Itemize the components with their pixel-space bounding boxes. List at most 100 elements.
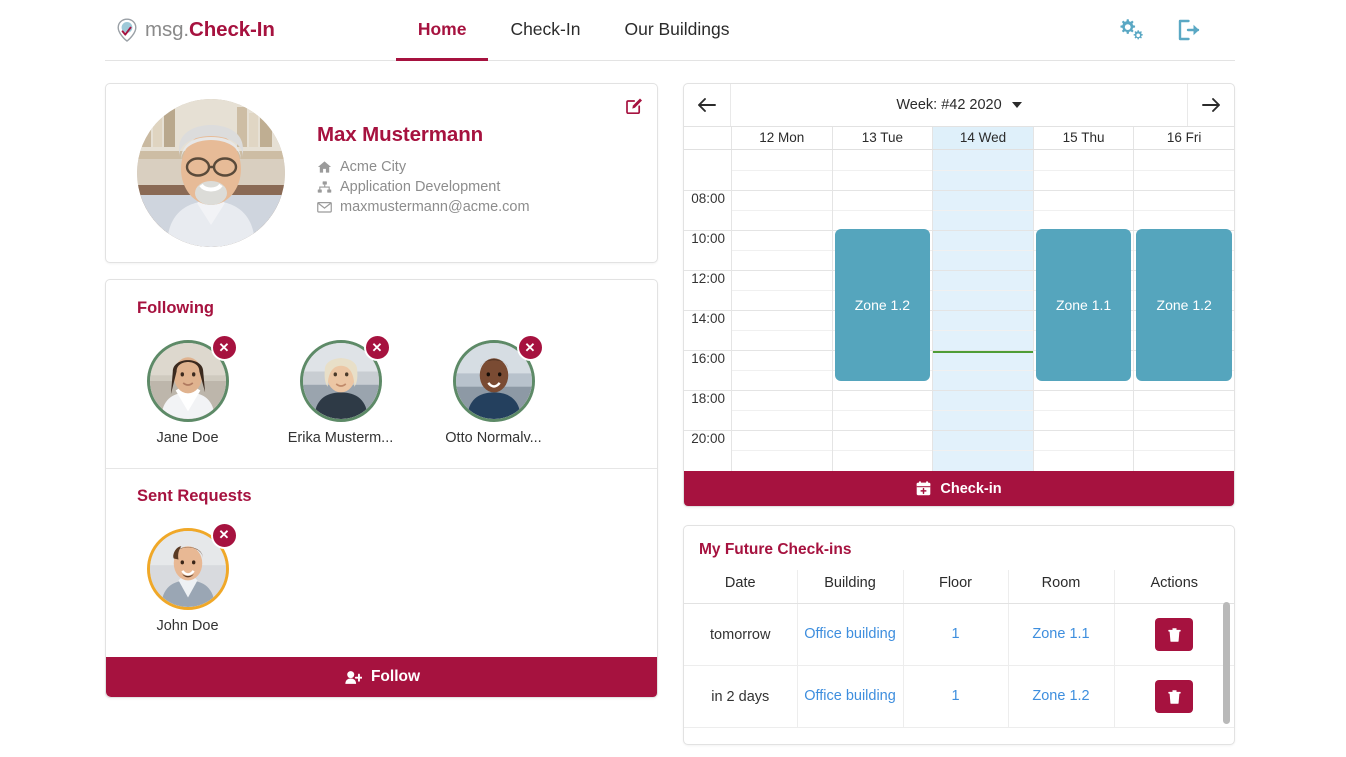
delete-checkin-button[interactable]	[1155, 680, 1193, 713]
unfollow-button[interactable]: ✕	[211, 334, 238, 361]
next-week-button[interactable]	[1187, 84, 1234, 126]
day-column-wed[interactable]	[932, 150, 1033, 471]
sent-requests-title: Sent Requests	[106, 487, 657, 506]
profile-card: Max Mustermann Acme City	[105, 83, 658, 263]
calendar-event[interactable]: Zone 1.2	[835, 229, 931, 381]
prev-week-button[interactable]	[684, 84, 731, 126]
calendar-plus-icon	[916, 481, 931, 496]
time-label: 18:00	[691, 391, 725, 406]
nav-item-check-in[interactable]: Check-In	[488, 1, 602, 61]
time-label: 20:00	[691, 431, 725, 446]
table-row: in 2 days Office building 1 Zone 1.2	[684, 666, 1234, 728]
brand-name: Check-In	[189, 18, 275, 41]
cell-room-link[interactable]: Zone 1.1	[1032, 626, 1089, 642]
arrow-left-icon	[697, 97, 717, 113]
profile-email: maxmustermann@acme.com	[317, 199, 530, 215]
trash-icon	[1168, 628, 1181, 642]
time-label: 08:00	[691, 191, 725, 206]
nav-item-our-buildings[interactable]: Our Buildings	[602, 1, 751, 61]
profile-name: Max Mustermann	[317, 123, 530, 147]
profile-location: Acme City	[317, 159, 530, 175]
sent-requests-section: Sent Requests	[106, 469, 657, 635]
cancel-request-button[interactable]: ✕	[211, 522, 238, 549]
brand-logo-link[interactable]: msg.Check-In	[116, 0, 275, 60]
cell-building-link[interactable]: Office building	[804, 688, 896, 704]
app-page: msg.Check-In Home Check-In Our Buildings	[0, 0, 1346, 757]
time-label: 16:00	[691, 351, 725, 366]
day-column-thu[interactable]: Zone 1.1	[1033, 150, 1134, 471]
day-column-tue[interactable]: Zone 1.2	[832, 150, 933, 471]
time-gutter: 08:00 10:00 12:00 14:00 16:00 18:00 20:0…	[684, 150, 731, 471]
cell-floor-link[interactable]: 1	[951, 688, 959, 704]
calendar-event[interactable]: Zone 1.1	[1036, 229, 1132, 381]
day-header-wed[interactable]: 14 Wed	[932, 127, 1033, 149]
left-column: Max Mustermann Acme City	[105, 83, 658, 698]
edit-profile-button[interactable]	[626, 97, 643, 119]
calendar-event[interactable]: Zone 1.2	[1136, 229, 1232, 381]
brand-text: msg.Check-In	[145, 18, 275, 42]
sent-requests-list: ✕ John Doe	[106, 528, 657, 635]
table-scrollbar[interactable]	[1223, 602, 1230, 724]
right-column: Week: #42 2020 12 Mon 13 Tue 14 We	[683, 83, 1235, 745]
calendar-body: 08:00 10:00 12:00 14:00 16:00 18:00 20:0…	[684, 150, 1234, 471]
week-label: Week: #42 2020	[896, 97, 1001, 113]
app-header: msg.Check-In Home Check-In Our Buildings	[105, 0, 1235, 61]
cell-date: in 2 days	[684, 666, 797, 728]
following-list: ✕ Jane Doe	[106, 340, 657, 447]
list-item[interactable]: ✕ Otto Normalv...	[440, 340, 547, 447]
future-checkins-title: My Future Check-ins	[684, 541, 1234, 559]
day-column-fri[interactable]: Zone 1.2	[1133, 150, 1234, 471]
calendar-card: Week: #42 2020 12 Mon 13 Tue 14 We	[683, 83, 1235, 507]
time-gutter-header	[684, 127, 731, 149]
day-header-fri[interactable]: 16 Fri	[1133, 127, 1234, 149]
column-header-floor: Floor	[903, 570, 1008, 604]
column-header-room: Room	[1008, 570, 1114, 604]
home-icon	[317, 160, 332, 174]
calendar-toolbar: Week: #42 2020	[684, 84, 1234, 127]
header-actions	[1117, 17, 1202, 43]
chevron-down-icon	[1012, 102, 1022, 108]
week-selector[interactable]: Week: #42 2020	[731, 84, 1187, 126]
profile-department-text: Application Development	[340, 179, 500, 195]
unfollow-button[interactable]: ✕	[364, 334, 391, 361]
cell-room-link[interactable]: Zone 1.2	[1032, 688, 1089, 704]
day-header-thu[interactable]: 15 Thu	[1033, 127, 1134, 149]
follow-button[interactable]: Follow	[106, 657, 658, 697]
envelope-icon	[317, 200, 332, 214]
arrow-right-icon	[1201, 97, 1221, 113]
list-item[interactable]: ✕ Erika Musterm...	[287, 340, 394, 447]
profile-department: Application Development	[317, 179, 530, 195]
person-name: Otto Normalv...	[440, 431, 547, 447]
sign-out-icon[interactable]	[1176, 18, 1202, 42]
column-header-building: Building	[797, 570, 903, 604]
profile-photo	[137, 99, 285, 247]
people-card: Following	[105, 279, 658, 698]
nav-item-home[interactable]: Home	[396, 1, 489, 61]
check-in-button[interactable]: Check-in	[684, 471, 1234, 506]
cell-floor-link[interactable]: 1	[951, 626, 959, 642]
brand-prefix: msg.	[145, 18, 189, 41]
day-header-tue[interactable]: 13 Tue	[832, 127, 933, 149]
gears-icon[interactable]	[1117, 17, 1145, 43]
day-header-mon[interactable]: 12 Mon	[731, 127, 832, 149]
unfollow-button[interactable]: ✕	[517, 334, 544, 361]
list-item[interactable]: ✕ Jane Doe	[134, 340, 241, 447]
profile-location-text: Acme City	[340, 159, 406, 175]
time-label: 10:00	[691, 231, 725, 246]
avatar	[137, 99, 285, 247]
calendar-day-header: 12 Mon 13 Tue 14 Wed 15 Thu 16 Fri	[684, 127, 1234, 150]
map-pin-check-icon	[116, 18, 138, 42]
check-in-button-label: Check-in	[940, 481, 1001, 497]
list-item[interactable]: ✕ John Doe	[134, 528, 241, 635]
sitemap-icon	[317, 180, 332, 194]
table-row: tomorrow Office building 1 Zone 1.1	[684, 604, 1234, 666]
day-column-mon[interactable]	[731, 150, 832, 471]
delete-checkin-button[interactable]	[1155, 618, 1193, 651]
cell-building-link[interactable]: Office building	[804, 626, 896, 642]
person-name: Jane Doe	[134, 431, 241, 447]
profile-email-text: maxmustermann@acme.com	[340, 199, 530, 215]
person-name: John Doe	[134, 619, 241, 635]
following-title: Following	[106, 299, 657, 318]
person-name: Erika Musterm...	[287, 431, 394, 447]
follow-button-label: Follow	[371, 668, 420, 686]
